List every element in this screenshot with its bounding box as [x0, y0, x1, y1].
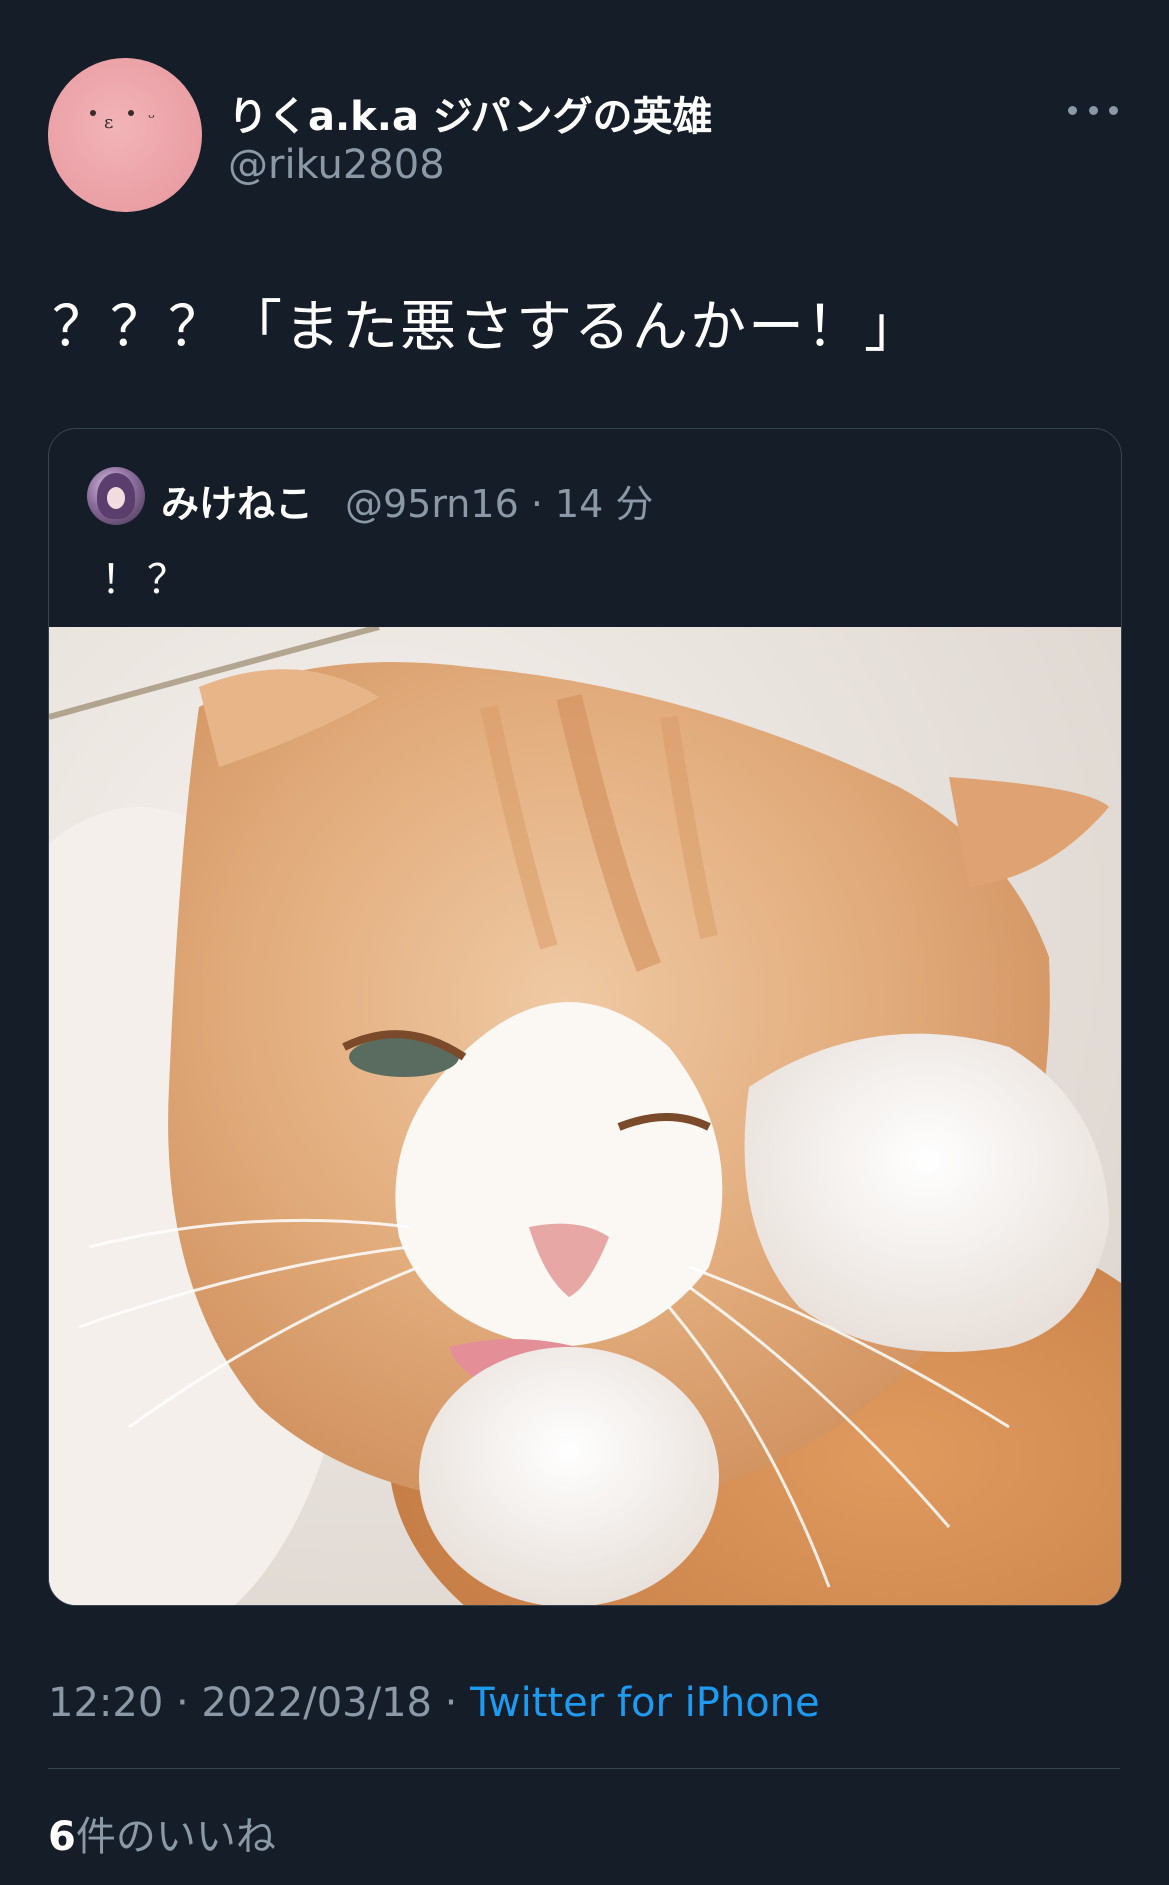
avatar-face: [107, 487, 125, 509]
tweet-source-link[interactable]: Twitter for iPhone: [470, 1680, 820, 1726]
avatar-tongue: ᵕ: [148, 108, 155, 129]
more-options-button[interactable]: [1068, 90, 1118, 130]
tweet-timestamp: 12:20 · 2022/03/18 ·: [48, 1680, 471, 1726]
author-avatar[interactable]: ε ᵕ: [48, 58, 202, 212]
more-horizontal-icon: [1068, 105, 1077, 115]
divider: [48, 1768, 1120, 1769]
more-horizontal-icon-dot: [1109, 105, 1118, 115]
author-handle[interactable]: @riku2808: [228, 142, 445, 188]
avatar-mouth: ε: [104, 112, 114, 133]
likes-label: 件のいいね: [75, 1814, 276, 1860]
tweet-timestamp-row: 12:20 · 2022/03/18 · Twitter for iPhone: [48, 1680, 820, 1726]
quoted-tweet-photo[interactable]: [49, 627, 1121, 1605]
cat-photo-illustration: [49, 627, 1121, 1605]
more-horizontal-icon-dot: [1088, 105, 1098, 115]
tweet-detail-page: ε ᵕ りくa.k.a ジパングの英雄 @riku2808 ？？？「また悪さする…: [0, 0, 1169, 1885]
avatar-eye-right: [128, 110, 134, 116]
avatar-eye-left: [90, 110, 96, 116]
quoted-author-avatar[interactable]: [87, 467, 145, 525]
quoted-tweet-card[interactable]: みけねこ @95rn16 · 14 分 ！？: [48, 428, 1122, 1606]
likes-count: 6: [48, 1814, 76, 1860]
quoted-author-name[interactable]: みけねこ: [161, 473, 313, 528]
quoted-tweet-text: ！？: [101, 557, 193, 603]
author-display-name[interactable]: りくa.k.a ジパングの英雄: [228, 84, 713, 142]
quoted-author-meta: @95rn16 · 14 分: [345, 482, 654, 526]
tweet-text: ？？？「また悪さするんかー！」: [52, 295, 922, 360]
likes-row[interactable]: 6件のいいね: [48, 1804, 276, 1862]
